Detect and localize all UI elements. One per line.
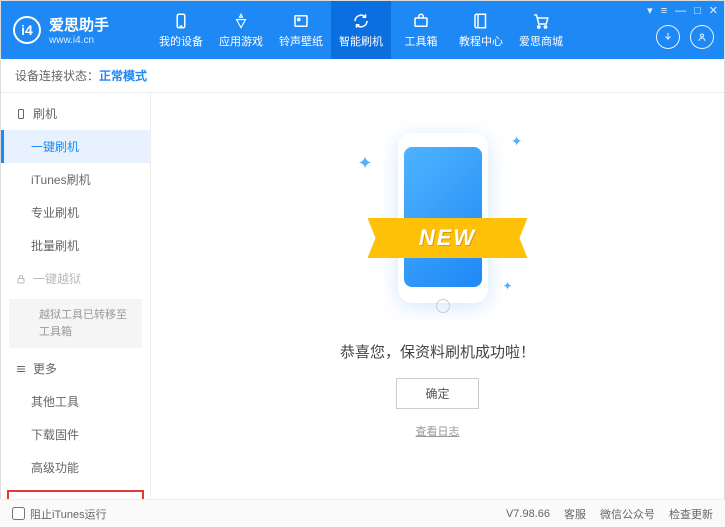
refresh-icon [351,11,371,31]
app-logo-icon: i4 [13,16,41,44]
status-value: 正常模式 [99,69,147,83]
nav-label: 爱思商城 [519,33,563,49]
nav-label: 铃声壁纸 [279,33,323,49]
sidebar-item-download-fw[interactable]: 下载固件 [1,418,150,451]
flash-icon [15,108,27,120]
logo-area: i4 爱思助手 www.i4.cn [1,14,151,46]
more-icon [15,363,27,375]
minimize-icon[interactable]: — [675,5,686,17]
nav-my-device[interactable]: 我的设备 [151,1,211,59]
nav-tutorials[interactable]: 教程中心 [451,1,511,59]
status-label: 设备连接状态： [15,69,99,83]
image-icon [291,11,311,31]
close-icon[interactable]: ✕ [709,4,718,17]
cart-icon [531,11,551,31]
nav-flash[interactable]: 智能刷机 [331,1,391,59]
window-controls: ▾ ≡ — □ ✕ [647,4,718,17]
view-log-link[interactable]: 查看日志 [416,423,460,439]
download-icon[interactable] [656,25,680,49]
maximize-icon[interactable]: □ [694,5,701,17]
jailbreak-note: 越狱工具已转移至工具箱 [9,299,142,348]
sidebar: 刷机 一键刷机 iTunes刷机 专业刷机 批量刷机 一键越狱 越狱工具已转移至… [1,93,151,513]
app-title: 爱思助手 [49,14,109,35]
phone-icon [171,11,191,31]
nav-label: 工具箱 [405,33,438,49]
top-nav: 我的设备 应用游戏 铃声壁纸 智能刷机 工具箱 教程中心 爱思商城 [151,1,571,59]
menu-icon[interactable]: ≡ [661,5,667,17]
device-status-bar: 设备连接状态：正常模式 [1,59,724,93]
app-header: i4 爱思助手 www.i4.cn 我的设备 应用游戏 铃声壁纸 智能刷机 工具… [1,1,724,59]
sidebar-group-flash[interactable]: 刷机 [1,97,150,130]
content-area: ✦ ✦ ✦ NEW 恭喜您，保资料刷机成功啦！ 确定 查看日志 [151,93,724,513]
nav-label: 智能刷机 [339,33,383,49]
app-url: www.i4.cn [49,35,109,46]
sidebar-item-oneclick-flash[interactable]: 一键刷机 [1,130,150,163]
checkbox-block-itunes[interactable]: 阻止iTunes运行 [12,506,107,522]
nav-toolbox[interactable]: 工具箱 [391,1,451,59]
sidebar-item-itunes-flash[interactable]: iTunes刷机 [1,163,150,196]
success-illustration: ✦ ✦ ✦ NEW [348,123,528,323]
success-message: 恭喜您，保资料刷机成功啦！ [340,341,535,362]
new-ribbon: NEW [368,218,528,258]
sidebar-group-more[interactable]: 更多 [1,352,150,385]
apps-icon [231,11,251,31]
ok-button[interactable]: 确定 [396,378,478,409]
nav-label: 应用游戏 [219,33,263,49]
toolbox-icon [411,11,431,31]
footer: 阻止iTunes运行 V7.98.66 客服 微信公众号 检查更新 [0,499,725,527]
sidebar-item-batch-flash[interactable]: 批量刷机 [1,229,150,262]
version-label: V7.98.66 [506,508,550,520]
book-icon [471,11,491,31]
sidebar-item-pro-flash[interactable]: 专业刷机 [1,196,150,229]
nav-label: 我的设备 [159,33,203,49]
pin-icon[interactable]: ▾ [647,4,653,17]
footer-link-wechat[interactable]: 微信公众号 [600,506,655,522]
nav-store[interactable]: 爱思商城 [511,1,571,59]
footer-link-support[interactable]: 客服 [564,506,586,522]
nav-ringtones[interactable]: 铃声壁纸 [271,1,331,59]
lock-icon [15,273,27,285]
user-icon[interactable] [690,25,714,49]
footer-link-update[interactable]: 检查更新 [669,506,713,522]
sidebar-item-other-tools[interactable]: 其他工具 [1,385,150,418]
nav-label: 教程中心 [459,33,503,49]
sidebar-item-advanced[interactable]: 高级功能 [1,451,150,484]
sidebar-group-jailbreak[interactable]: 一键越狱 [1,262,150,295]
nav-apps[interactable]: 应用游戏 [211,1,271,59]
